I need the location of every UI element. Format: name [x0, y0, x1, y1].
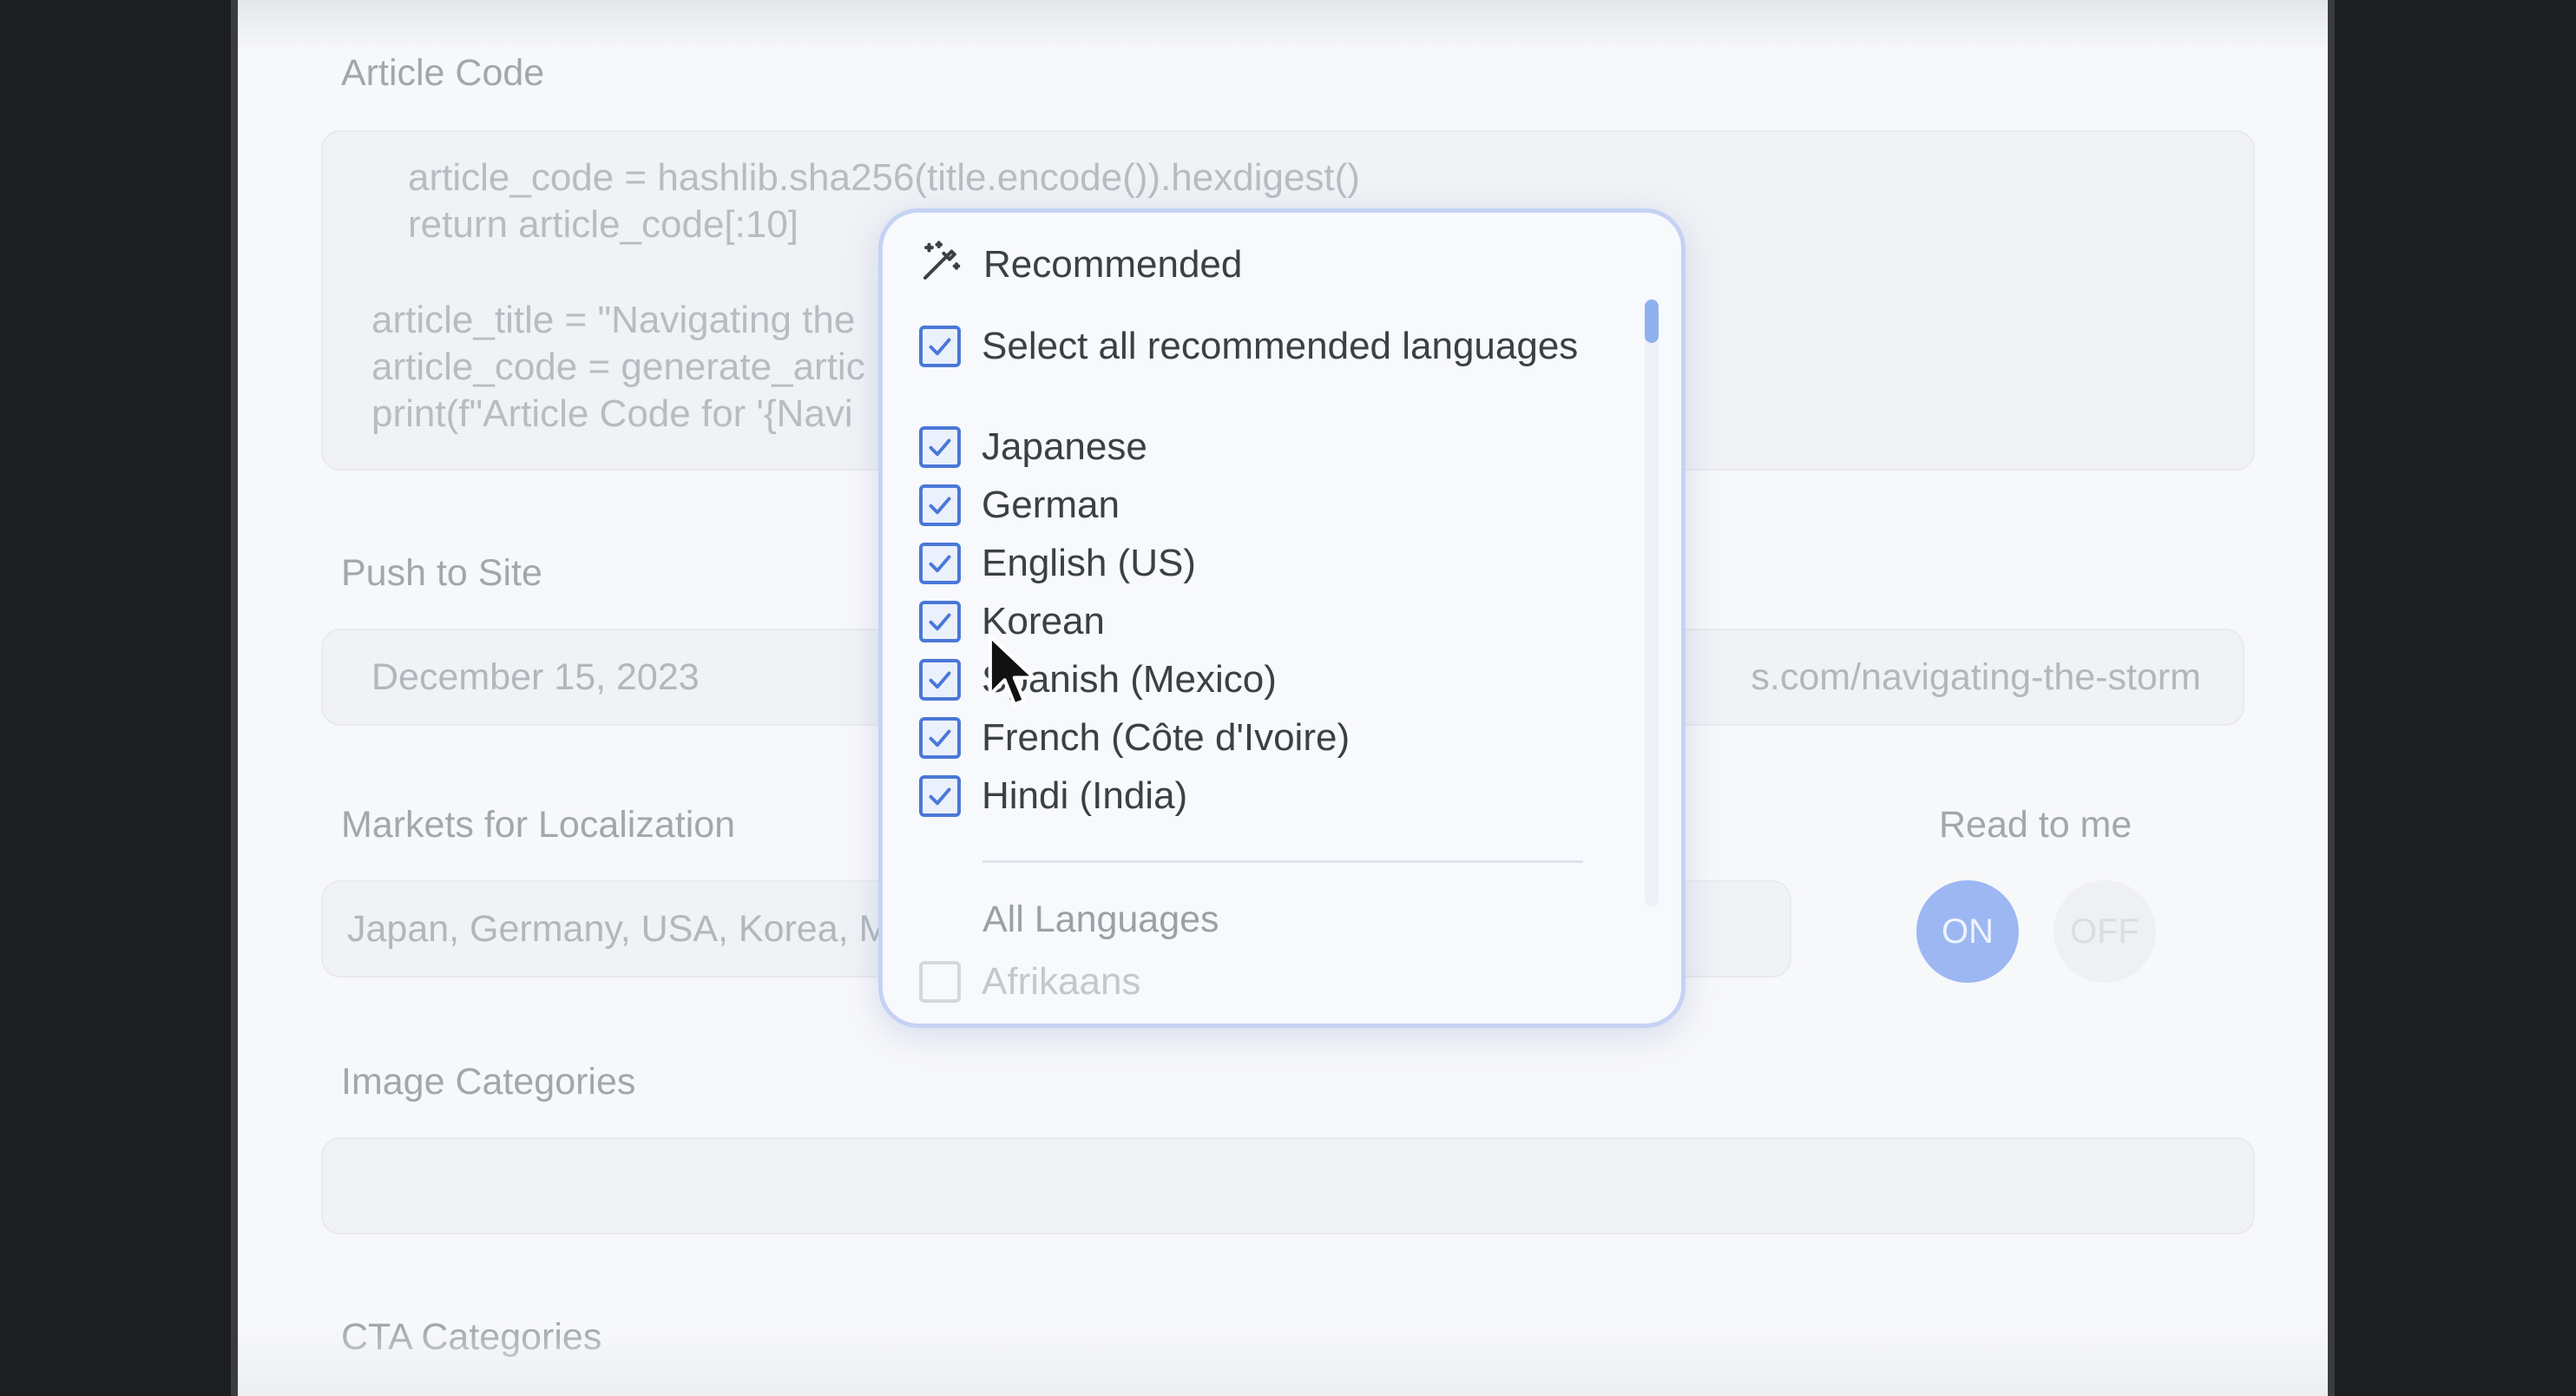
publish-date-field[interactable]: December 15, 2023	[321, 629, 946, 726]
magic-wand-icon	[917, 239, 964, 290]
language-label: Japanese	[982, 425, 1147, 468]
check-icon	[929, 338, 951, 356]
select-all-label: Select all recommended languages	[982, 325, 1579, 367]
language-dropdown[interactable]: Recommended Select all recommended langu…	[878, 208, 1686, 1028]
site-url-value: s.com/navigating-the-storm	[1751, 656, 2201, 698]
code-line: print(f"Article Code for '{Navi	[371, 392, 853, 435]
language-option-hindi-india[interactable]: Hindi (India)	[919, 770, 1187, 822]
site-url-field[interactable]: s.com/navigating-the-storm	[1626, 629, 2244, 726]
section-divider	[982, 860, 1583, 863]
mouse-cursor-icon	[988, 634, 1036, 707]
all-languages-label: All Languages	[982, 899, 1219, 940]
select-all-option[interactable]: Select all recommended languages	[919, 320, 1578, 372]
checkbox-checked[interactable]	[919, 426, 961, 468]
check-icon	[929, 613, 951, 631]
language-label: German	[982, 484, 1120, 526]
checkbox-checked[interactable]	[919, 659, 961, 701]
language-option-french-cote-divoire[interactable]: French (Côte d'Ivoire)	[919, 712, 1350, 764]
language-option-german[interactable]: German	[919, 479, 1120, 531]
code-line: return article_code[:10]	[408, 203, 799, 246]
read-to-me-label: Read to me	[1939, 804, 2132, 846]
checkbox-unchecked[interactable]	[919, 961, 961, 1003]
language-option-spanish-mexico[interactable]: Spanish (Mexico)	[919, 654, 1277, 706]
code-line: article_code = generate_artic	[371, 346, 865, 388]
article-code-label: Article Code	[341, 52, 545, 94]
scrollbar-track[interactable]	[1645, 300, 1659, 907]
checkbox-checked[interactable]	[919, 484, 961, 526]
image-categories-label: Image Categories	[341, 1061, 636, 1103]
code-line: article_code = hashlib.sha256(title.enco…	[408, 156, 1360, 199]
checkbox-checked[interactable]	[919, 717, 961, 759]
markets-value: Japan, Germany, USA, Korea, M	[347, 908, 890, 950]
read-to-me-off-button[interactable]: OFF	[2054, 880, 2156, 983]
top-fade	[238, 0, 2328, 52]
checkbox-checked[interactable]	[919, 775, 961, 817]
language-label: Afrikaans	[982, 960, 1141, 1003]
check-icon	[929, 729, 951, 747]
check-icon	[929, 671, 951, 689]
recommended-title: Recommended	[983, 242, 1243, 286]
check-icon	[929, 555, 951, 573]
checkbox-checked[interactable]	[919, 543, 961, 584]
markets-label: Markets for Localization	[341, 804, 736, 846]
checkbox-checked[interactable]	[919, 326, 961, 367]
language-label: English (US)	[982, 542, 1196, 584]
scrollbar-thumb[interactable]	[1645, 300, 1659, 343]
recommended-header: Recommended	[917, 239, 1242, 290]
language-option-english-us[interactable]: English (US)	[919, 537, 1196, 589]
check-icon	[929, 438, 951, 457]
language-option-japanese[interactable]: Japanese	[919, 421, 1147, 473]
language-option-afrikaans[interactable]: Afrikaans	[919, 956, 1140, 1008]
code-line: article_title = "Navigating the	[371, 299, 856, 341]
check-icon	[929, 787, 951, 806]
language-label: Hindi (India)	[982, 774, 1188, 817]
checkbox-checked[interactable]	[919, 601, 961, 642]
publish-date-value: December 15, 2023	[371, 656, 700, 698]
read-to-me-on-button[interactable]: ON	[1916, 880, 2019, 983]
image-categories-input[interactable]	[321, 1137, 2255, 1235]
language-label: French (Côte d'Ivoire)	[982, 716, 1350, 759]
bottom-fade	[238, 1327, 2328, 1396]
check-icon	[929, 497, 951, 515]
push-to-site-label: Push to Site	[341, 552, 542, 594]
